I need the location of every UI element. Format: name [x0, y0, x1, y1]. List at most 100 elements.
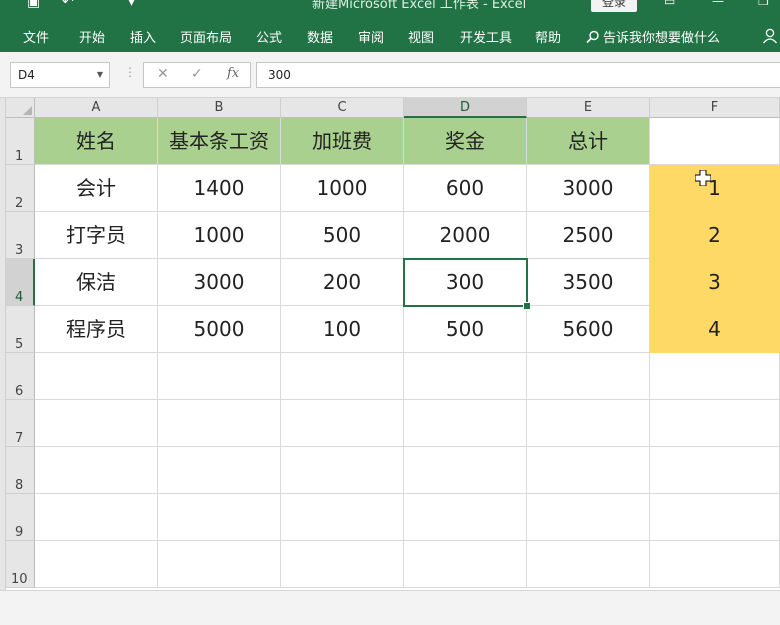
- name-box[interactable]: D4 ▼: [10, 62, 110, 88]
- cell-d1[interactable]: 奖金: [404, 118, 527, 165]
- worksheet-grid[interactable]: A B C D E F 1 2 3 4 5 6 7 8 9 10 姓名 基本条工资…: [6, 98, 780, 590]
- cell-d7[interactable]: [404, 400, 527, 447]
- tab-home[interactable]: 开始: [79, 27, 105, 46]
- cell-a10[interactable]: [35, 541, 158, 588]
- cell-a5[interactable]: 程序员: [35, 306, 158, 353]
- cell-d5[interactable]: 500: [404, 306, 527, 353]
- cell-e7[interactable]: [527, 400, 650, 447]
- cell-e2[interactable]: 3000: [527, 165, 650, 212]
- cell-e10[interactable]: [527, 541, 650, 588]
- formula-input[interactable]: 300: [256, 62, 780, 88]
- cell-a8[interactable]: [35, 447, 158, 494]
- save-icon[interactable]: ▣: [27, 0, 40, 10]
- cell-f4[interactable]: 3: [650, 259, 780, 306]
- tab-developer[interactable]: 开发工具: [460, 27, 512, 46]
- cell-b6[interactable]: [158, 353, 281, 400]
- cell-b1[interactable]: 基本条工资: [158, 118, 281, 165]
- cell-a1[interactable]: 姓名: [35, 118, 158, 165]
- minimize-icon[interactable]: —: [712, 0, 724, 8]
- undo-icon[interactable]: ↶: [62, 0, 74, 10]
- cell-b8[interactable]: [158, 447, 281, 494]
- column-header-b[interactable]: B: [158, 98, 281, 118]
- column-header-c[interactable]: C: [281, 98, 404, 118]
- cell-e4[interactable]: 3500: [527, 259, 650, 306]
- tab-help[interactable]: 帮助: [535, 27, 561, 46]
- cell-f5[interactable]: 4: [650, 306, 780, 353]
- row-header-8[interactable]: 8: [6, 447, 35, 494]
- cell-b4[interactable]: 3000: [158, 259, 281, 306]
- cell-c5[interactable]: 100: [281, 306, 404, 353]
- chevron-down-icon[interactable]: ▼: [97, 63, 103, 87]
- row-header-1[interactable]: 1: [6, 118, 35, 165]
- cell-d3[interactable]: 2000: [404, 212, 527, 259]
- cell-b7[interactable]: [158, 400, 281, 447]
- cell-b3[interactable]: 1000: [158, 212, 281, 259]
- tab-data[interactable]: 数据: [307, 27, 333, 46]
- fill-handle[interactable]: [523, 302, 531, 310]
- customize-quick-access-icon[interactable]: ▾: [128, 0, 135, 10]
- tab-file[interactable]: 文件: [23, 27, 49, 46]
- cell-f10[interactable]: [650, 541, 780, 588]
- cell-c7[interactable]: [281, 400, 404, 447]
- row-header-2[interactable]: 2: [6, 165, 35, 212]
- cell-c2[interactable]: 1000: [281, 165, 404, 212]
- row-header-4[interactable]: 4: [6, 259, 35, 306]
- cell-d9[interactable]: [404, 494, 527, 541]
- cancel-icon[interactable]: ✕: [157, 66, 169, 82]
- row-header-6[interactable]: 6: [6, 353, 35, 400]
- cell-f8[interactable]: [650, 447, 780, 494]
- row-header-10[interactable]: 10: [6, 541, 35, 588]
- tab-formulas[interactable]: 公式: [256, 27, 282, 46]
- cell-e1[interactable]: 总计: [527, 118, 650, 165]
- cell-f6[interactable]: [650, 353, 780, 400]
- cell-d8[interactable]: [404, 447, 527, 494]
- cell-c4[interactable]: 200: [281, 259, 404, 306]
- cell-c1[interactable]: 加班费: [281, 118, 404, 165]
- tell-me-search[interactable]: 告诉我你想要做什么: [586, 27, 720, 46]
- cell-d10[interactable]: [404, 541, 527, 588]
- cell-e9[interactable]: [527, 494, 650, 541]
- cell-a7[interactable]: [35, 400, 158, 447]
- tab-view[interactable]: 视图: [408, 27, 434, 46]
- cell-b10[interactable]: [158, 541, 281, 588]
- column-header-e[interactable]: E: [527, 98, 650, 118]
- cell-a2[interactable]: 会计: [35, 165, 158, 212]
- enter-icon[interactable]: ✓: [191, 66, 203, 82]
- cell-c3[interactable]: 500: [281, 212, 404, 259]
- cell-c6[interactable]: [281, 353, 404, 400]
- cell-f9[interactable]: [650, 494, 780, 541]
- row-header-9[interactable]: 9: [6, 494, 35, 541]
- tab-page-layout[interactable]: 页面布局: [180, 27, 232, 46]
- cell-e3[interactable]: 2500: [527, 212, 650, 259]
- cell-b2[interactable]: 1400: [158, 165, 281, 212]
- row-header-7[interactable]: 7: [6, 400, 35, 447]
- cell-f3[interactable]: 2: [650, 212, 780, 259]
- cell-d6[interactable]: [404, 353, 527, 400]
- cell-a3[interactable]: 打字员: [35, 212, 158, 259]
- column-header-d[interactable]: D: [404, 98, 527, 118]
- cell-c8[interactable]: [281, 447, 404, 494]
- restore-icon[interactable]: ❐: [758, 0, 769, 8]
- user-icon[interactable]: [762, 28, 778, 44]
- cell-e8[interactable]: [527, 447, 650, 494]
- tab-review[interactable]: 审阅: [358, 27, 384, 46]
- cell-b5[interactable]: 5000: [158, 306, 281, 353]
- cell-d2[interactable]: 600: [404, 165, 527, 212]
- cell-a9[interactable]: [35, 494, 158, 541]
- cell-a4[interactable]: 保洁: [35, 259, 158, 306]
- cell-f1[interactable]: [650, 118, 780, 165]
- more-options-icon[interactable]: ⋮: [124, 65, 136, 79]
- ribbon-display-options-icon[interactable]: ▭: [664, 0, 675, 8]
- cell-f7[interactable]: [650, 400, 780, 447]
- insert-function-icon[interactable]: fx: [227, 66, 239, 81]
- cell-c9[interactable]: [281, 494, 404, 541]
- cell-b9[interactable]: [158, 494, 281, 541]
- cell-c10[interactable]: [281, 541, 404, 588]
- cell-f2[interactable]: 1: [650, 165, 780, 212]
- cell-a6[interactable]: [35, 353, 158, 400]
- cell-e5[interactable]: 5600: [527, 306, 650, 353]
- column-header-a[interactable]: A: [35, 98, 158, 118]
- select-all-button[interactable]: [6, 98, 35, 118]
- row-header-3[interactable]: 3: [6, 212, 35, 259]
- login-button[interactable]: 登录: [591, 0, 637, 12]
